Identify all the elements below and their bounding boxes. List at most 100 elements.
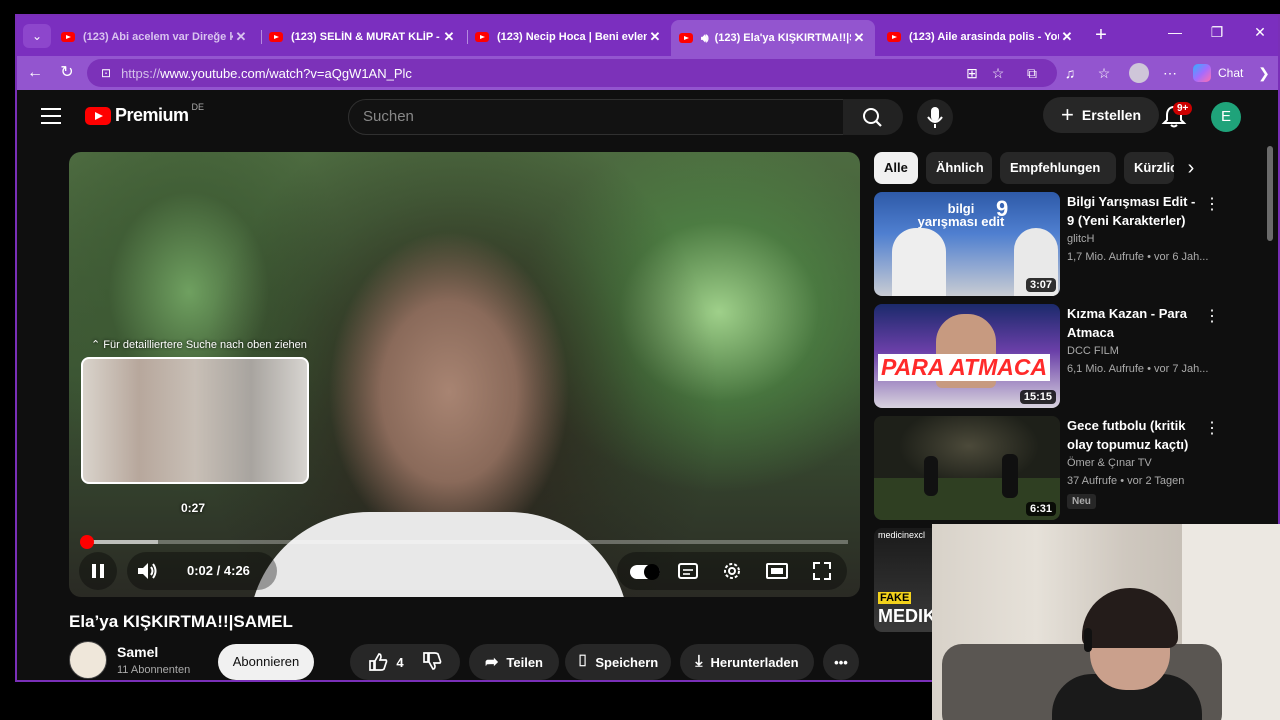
- theater-mode-button[interactable]: [765, 560, 789, 582]
- favorites-icon[interactable]: ☆: [1093, 62, 1115, 84]
- download-icon: ⤓: [695, 653, 703, 670]
- recommendation-item[interactable]: PARA ATMACA 15:15 Kızma Kazan - Para Atm…: [874, 304, 1224, 408]
- more-menu-icon[interactable]: ⋯: [1159, 62, 1181, 84]
- browser-tab[interactable]: (123) Necip Hoca | Beni evlendi ✕: [467, 22, 671, 52]
- chip-recommendations[interactable]: Empfehlungen: [1000, 152, 1116, 184]
- browser-tab-active[interactable]: 🔊︎ (123) Ela'ya KIŞKIRTMA!!|SA ✕: [671, 20, 875, 56]
- volume-icon: [138, 563, 157, 579]
- menu-icon[interactable]: [41, 108, 61, 124]
- more-vertical-icon[interactable]: ⋮: [1204, 194, 1220, 214]
- address-bar[interactable]: ⊡ https:// www.youtube.com/watch?v=aQgW1…: [87, 59, 1057, 87]
- youtube-logo[interactable]: Premium DE: [85, 102, 204, 126]
- browser-tab[interactable]: (123) Aile arasinda polis - YouT ✕: [879, 22, 1083, 52]
- subscriber-count: 11 Abonnenten: [117, 664, 191, 676]
- progress-bar[interactable]: [80, 535, 848, 549]
- close-tab-icon[interactable]: ✕: [1059, 29, 1075, 45]
- recommendation-title[interactable]: Gece futbolu (kritik olay topumuz kaçtı): [1067, 416, 1205, 454]
- thumbnail-number: 9: [996, 196, 1009, 221]
- chip-recent[interactable]: Kürzlic: [1124, 152, 1174, 184]
- recommendation-channel[interactable]: glitcH: [1067, 233, 1095, 245]
- recommendation-channel[interactable]: DCC FILM: [1067, 345, 1119, 357]
- voice-search-button[interactable]: [917, 99, 953, 135]
- tab-title: (123) Necip Hoca | Beni evlendi: [497, 31, 647, 43]
- logo-text: Premium: [115, 105, 189, 125]
- channel-name[interactable]: Samel: [117, 644, 158, 660]
- search-button[interactable]: [843, 99, 903, 135]
- copilot-icon: [1193, 64, 1211, 82]
- time-display: 0:02 / 4:26: [187, 563, 250, 578]
- extensions-icon[interactable]: ⧉: [1021, 62, 1043, 84]
- notifications-badge: 9+: [1173, 102, 1193, 115]
- subscribe-button[interactable]: Abonnieren: [218, 644, 314, 680]
- site-info-icon[interactable]: ⊡: [101, 66, 111, 80]
- reload-button[interactable]: ↻: [55, 61, 79, 85]
- youtube-favicon-icon: [269, 32, 283, 42]
- like-button[interactable]: 4: [368, 652, 404, 672]
- fullscreen-button[interactable]: [811, 560, 833, 582]
- tab-list-button[interactable]: ⌄: [23, 24, 51, 48]
- youtube-favicon-icon: [679, 33, 693, 43]
- recommendation-meta: 37 Aufrufe • vor 2 Tagen: [1067, 475, 1185, 487]
- media-control-icon[interactable]: ♫: [1059, 62, 1081, 84]
- duration-badge: 3:07: [1025, 278, 1056, 292]
- thumbs-up-icon: [369, 653, 388, 671]
- more-vertical-icon[interactable]: ⋮: [1204, 306, 1220, 326]
- download-button[interactable]: ⤓ Herunterladen: [680, 644, 814, 680]
- more-horizontal-icon: •••: [834, 654, 848, 670]
- profile-avatar[interactable]: [1129, 63, 1149, 83]
- subtitles-button[interactable]: [677, 560, 699, 582]
- tab-title: (123) Abi acelem var Direğe ka: [83, 31, 233, 43]
- recommendation-item[interactable]: bilgi yarışması edit 9 3:07 Bilgi Yarışm…: [874, 192, 1224, 296]
- favorite-star-icon[interactable]: ☆: [987, 62, 1009, 84]
- duration: 4:26: [223, 563, 250, 578]
- mute-button[interactable]: [135, 560, 159, 582]
- fullscreen-icon: [813, 562, 831, 580]
- thumbnail-text: bilgi yarışması edit: [917, 201, 1005, 229]
- video-thumbnail[interactable]: 6:31: [874, 416, 1060, 520]
- plus-icon: +: [1061, 102, 1074, 127]
- video-thumbnail[interactable]: bilgi yarışması edit 9 3:07: [874, 192, 1060, 296]
- channel-avatar[interactable]: [69, 641, 107, 679]
- theater-mode-icon: [766, 563, 788, 579]
- close-tab-icon[interactable]: ✕: [441, 29, 457, 45]
- minimize-button[interactable]: —: [1160, 24, 1190, 40]
- video-thumbnail[interactable]: PARA ATMACA 15:15: [874, 304, 1060, 408]
- subtitles-icon: [678, 563, 698, 579]
- share-button[interactable]: ➦ Teilen: [469, 644, 559, 680]
- like-dislike-group: 4: [350, 644, 460, 680]
- scrubber-handle[interactable]: [80, 535, 95, 549]
- chip-all[interactable]: Alle: [874, 152, 918, 184]
- close-window-button[interactable]: ✕: [1245, 24, 1275, 41]
- copilot-chat-button[interactable]: Chat: [1193, 62, 1243, 84]
- recommendation-title[interactable]: Bilgi Yarışması Edit - 9 (Yeni Karakterl…: [1067, 192, 1205, 230]
- browser-tab[interactable]: (123) Abi acelem var Direğe ka ✕: [53, 22, 257, 52]
- back-button[interactable]: ←: [23, 61, 47, 85]
- more-actions-button[interactable]: •••: [823, 644, 859, 680]
- chevron-right-icon[interactable]: ›: [1177, 154, 1205, 182]
- new-tab-button[interactable]: +: [1089, 24, 1113, 48]
- speaker-icon[interactable]: 🔊︎: [701, 31, 709, 46]
- more-vertical-icon[interactable]: ⋮: [1204, 418, 1220, 438]
- tab-title: (123) Aile arasinda polis - YouT: [909, 31, 1059, 43]
- page-scrollbar[interactable]: [1267, 146, 1273, 241]
- dislike-button[interactable]: [422, 651, 442, 674]
- create-button[interactable]: + Erstellen: [1043, 97, 1159, 133]
- settings-button[interactable]: [721, 560, 743, 582]
- save-button[interactable]: ⌷ Speichern: [565, 644, 671, 680]
- recommendation-item[interactable]: 6:31 Gece futbolu (kritik olay topumuz k…: [874, 416, 1224, 520]
- account-avatar[interactable]: E: [1211, 102, 1241, 132]
- browser-tab[interactable]: (123) SELİN & MURAT KLİP - Yo ✕: [261, 22, 465, 52]
- video-player[interactable]: ⌃ Für detailliertere Suche nach oben zie…: [69, 152, 860, 597]
- app-available-icon[interactable]: ⊞: [961, 62, 983, 84]
- recommendation-channel[interactable]: Ömer & Çınar TV: [1067, 457, 1152, 469]
- autoplay-toggle[interactable]: [630, 564, 660, 580]
- close-tab-icon[interactable]: ✕: [851, 30, 867, 46]
- chip-similar[interactable]: Ähnlich: [926, 152, 992, 184]
- search-input[interactable]: Suchen: [348, 99, 844, 135]
- close-tab-icon[interactable]: ✕: [647, 29, 663, 45]
- sidebar-toggle-icon[interactable]: ❯: [1253, 62, 1275, 84]
- close-tab-icon[interactable]: ✕: [233, 29, 249, 45]
- pause-button[interactable]: [87, 560, 109, 582]
- restore-button[interactable]: ❐: [1202, 24, 1232, 41]
- recommendation-title[interactable]: Kızma Kazan - Para Atmaca: [1067, 304, 1205, 342]
